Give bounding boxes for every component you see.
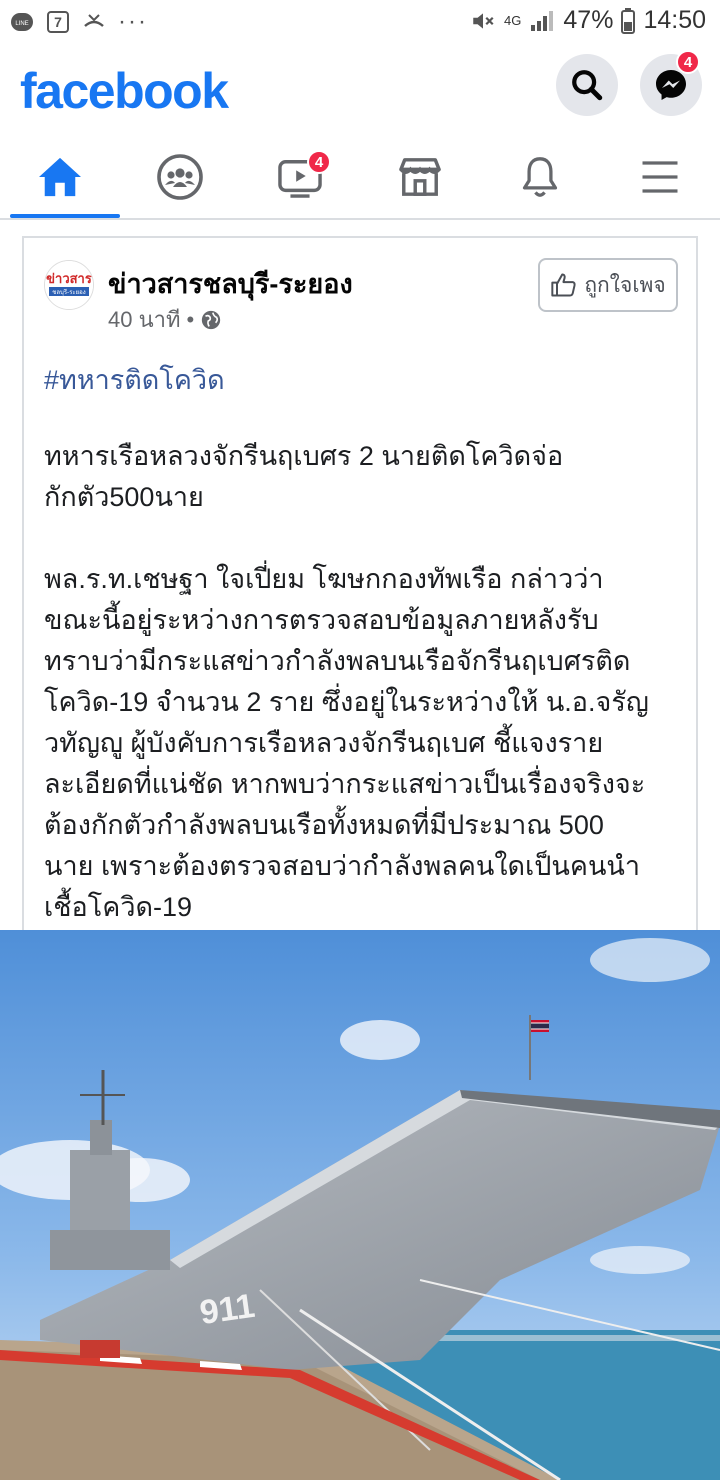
svg-text:911: 911 bbox=[198, 1287, 258, 1332]
tab-groups[interactable] bbox=[125, 138, 235, 216]
facebook-logo[interactable]: facebook bbox=[20, 62, 229, 120]
battery-percent: 47% bbox=[563, 6, 614, 34]
bell-icon bbox=[522, 157, 558, 197]
post-meta: 40 นาที • bbox=[108, 302, 222, 337]
tab-marketplace[interactable] bbox=[365, 138, 475, 216]
search-icon bbox=[572, 70, 603, 101]
post-timestamp[interactable]: 40 นาที bbox=[108, 302, 180, 337]
tab-menu[interactable] bbox=[605, 138, 715, 216]
seven-eleven-icon: 7 bbox=[47, 11, 69, 33]
svg-text:ชลบุรี-ระยอง: ชลบุรี-ระยอง bbox=[52, 288, 86, 296]
hashtag-link[interactable]: #ทหารติดโควิด bbox=[44, 358, 225, 401]
thumbs-up-icon bbox=[551, 273, 576, 297]
globe-icon bbox=[202, 310, 221, 329]
tab-home[interactable] bbox=[5, 138, 120, 218]
clock: 14:50 bbox=[643, 6, 706, 34]
signal-icon bbox=[531, 10, 554, 31]
watch-badge: 4 bbox=[307, 150, 331, 174]
network-type: 4G bbox=[504, 13, 522, 28]
page-logo-image: ข่าวสาร ชลบุรี-ระยอง bbox=[45, 261, 93, 309]
search-button[interactable] bbox=[556, 54, 618, 116]
messenger-button[interactable]: 4 bbox=[640, 50, 702, 116]
marketplace-icon bbox=[399, 158, 441, 196]
line-app-icon: LINE bbox=[11, 13, 33, 31]
tab-watch[interactable]: 4 bbox=[245, 138, 355, 216]
more-notifications-icon: ··· bbox=[118, 8, 148, 35]
groups-icon bbox=[157, 154, 203, 200]
meta-separator: • bbox=[186, 306, 195, 332]
messenger-badge: 4 bbox=[676, 50, 700, 74]
like-page-label: ถูกใจเพจ bbox=[584, 273, 666, 297]
tab-notifications[interactable] bbox=[485, 138, 595, 216]
svg-text:ข่าวสาร: ข่าวสาร bbox=[46, 272, 92, 287]
missed-call-icon bbox=[84, 14, 104, 27]
aircraft-carrier-photo: 911 bbox=[0, 930, 720, 1480]
like-page-button[interactable]: ถูกใจเพจ bbox=[538, 258, 678, 312]
svg-text:LINE: LINE bbox=[15, 21, 28, 27]
battery-icon bbox=[621, 7, 636, 34]
page-name[interactable]: ข่าวสารชลบุรี-ระยอง bbox=[108, 262, 353, 305]
post-headline: ทหารเรือหลวงจักรีนฤเบศร 2 นายติดโควิดจ่อ… bbox=[44, 441, 564, 512]
post-image[interactable]: 911 bbox=[0, 930, 720, 1480]
post-paragraph: พล.ร.ท.เชษฐา ใจเปี่ยม โฆษกกองทัพเรือ กล่… bbox=[44, 564, 649, 922]
page-avatar[interactable]: ข่าวสาร ชลบุรี-ระยอง bbox=[44, 260, 94, 310]
active-tab-indicator bbox=[10, 214, 120, 218]
mute-icon bbox=[473, 12, 494, 29]
post-body-text: ทหารเรือหลวงจักรีนฤเบศร 2 นายติดโควิดจ่อ… bbox=[44, 436, 684, 928]
svg-text:7: 7 bbox=[54, 14, 62, 30]
app-header: facebook 4 bbox=[0, 44, 720, 138]
home-icon bbox=[39, 157, 81, 197]
status-bar: LINE 7 ··· 4G 47% 14:50 bbox=[0, 0, 720, 44]
nav-tabs: 4 bbox=[0, 138, 720, 220]
hamburger-menu-icon bbox=[642, 161, 678, 193]
